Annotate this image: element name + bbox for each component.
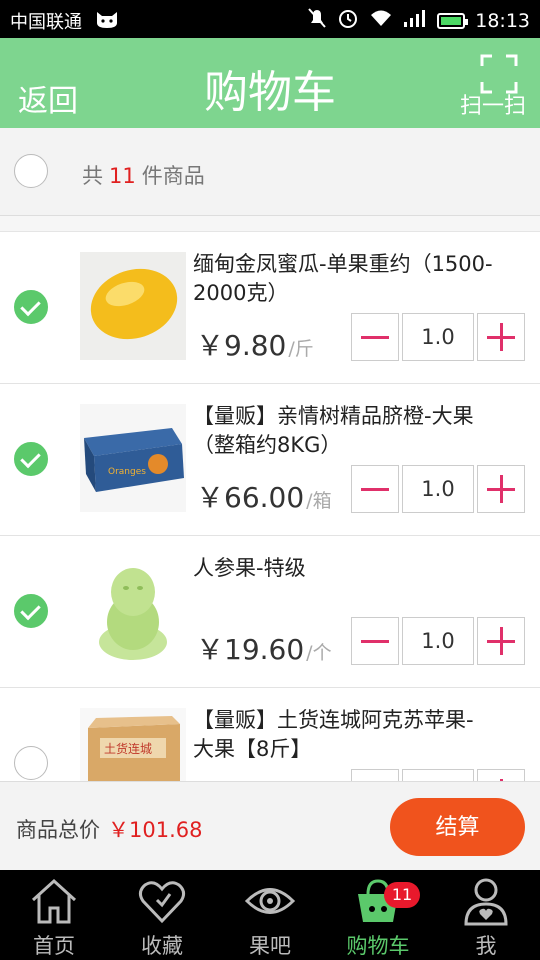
tab-me[interactable]: 我 bbox=[432, 870, 540, 960]
checkout-button[interactable]: 结算 bbox=[390, 798, 525, 856]
product-image-apple-box[interactable]: 土货连城 bbox=[80, 708, 186, 781]
total-price: 商品总价 ￥101.68 bbox=[16, 818, 203, 842]
price-unit: /斤 bbox=[288, 338, 314, 360]
cart-item: 缅甸金凤蜜瓜-单果重约（1500-2000克） ￥9.80/斤 1.0 bbox=[0, 232, 540, 384]
item-checkbox[interactable] bbox=[14, 594, 48, 628]
item-count-text: 共 11 件商品 bbox=[82, 164, 205, 188]
tab-label: 果吧 bbox=[249, 934, 291, 958]
tab-label: 我 bbox=[475, 934, 497, 958]
decrease-button[interactable] bbox=[351, 465, 399, 513]
status-bar: 中国联通 18:13 bbox=[0, 0, 540, 38]
alarm-icon bbox=[337, 7, 359, 34]
quantity-stepper: 1.0 bbox=[351, 617, 525, 665]
cart-count-badge: 11 bbox=[384, 882, 420, 908]
product-name[interactable]: 【量贩】亲情树精品脐橙-大果（整箱约8KG） bbox=[193, 402, 493, 460]
product-name[interactable]: 人参果-特级 bbox=[193, 554, 493, 583]
eye-icon bbox=[244, 876, 296, 926]
checkout-bar: 商品总价 ￥101.68 结算 bbox=[0, 781, 540, 870]
cart-item: Oranges 【量贩】亲情树精品脐橙-大果（整箱约8KG） ￥66.00/箱 … bbox=[0, 384, 540, 536]
battery-icon bbox=[437, 12, 469, 29]
tab-cart[interactable]: 11 购物车 bbox=[324, 870, 432, 960]
app-header: 返回 购物车 扫一扫 bbox=[0, 38, 540, 128]
divider bbox=[0, 216, 540, 232]
svg-text:Oranges: Oranges bbox=[108, 467, 146, 477]
carrier-label: 中国联通 bbox=[10, 12, 82, 33]
total-price-value: ￥101.68 bbox=[108, 818, 203, 842]
product-price: ￥66.00/箱 bbox=[196, 481, 332, 514]
mute-icon bbox=[307, 7, 327, 34]
item-checkbox[interactable] bbox=[14, 746, 48, 780]
item-count: 11 bbox=[109, 164, 136, 188]
quantity-stepper: 1.0 bbox=[351, 465, 525, 513]
decrease-button[interactable] bbox=[351, 769, 399, 781]
cat-notification-icon bbox=[94, 9, 120, 34]
select-all-checkbox[interactable] bbox=[14, 154, 48, 188]
cart-item-list[interactable]: 缅甸金凤蜜瓜-单果重约（1500-2000克） ￥9.80/斤 1.0 Oran… bbox=[0, 232, 540, 781]
scan-label: 扫一扫 bbox=[459, 94, 526, 119]
quantity-input[interactable] bbox=[402, 769, 474, 781]
product-price: ￥9.80/斤 bbox=[196, 329, 314, 362]
tab-favorites[interactable]: 收藏 bbox=[108, 870, 216, 960]
tab-label: 首页 bbox=[33, 934, 75, 958]
decrease-button[interactable] bbox=[351, 313, 399, 361]
price-unit: /个 bbox=[306, 642, 332, 664]
quantity-input[interactable]: 1.0 bbox=[402, 617, 474, 665]
product-name[interactable]: 缅甸金凤蜜瓜-单果重约（1500-2000克） bbox=[193, 250, 493, 308]
decrease-button[interactable] bbox=[351, 617, 399, 665]
product-price: ￥19.60/个 bbox=[196, 633, 332, 666]
product-image-melon[interactable] bbox=[80, 252, 186, 360]
heart-icon bbox=[137, 876, 187, 926]
quantity-stepper bbox=[351, 769, 525, 781]
increase-button[interactable] bbox=[477, 313, 525, 361]
cart-summary-row: 共 11 件商品 bbox=[0, 128, 540, 216]
increase-button[interactable] bbox=[477, 617, 525, 665]
cart-item: 人参果-特级 ￥19.60/个 1.0 bbox=[0, 536, 540, 688]
product-image-ginseng-fruit[interactable] bbox=[80, 556, 186, 664]
tab-label: 购物车 bbox=[346, 934, 410, 958]
bottom-tab-bar: 首页 收藏 果吧 11 购物车 我 bbox=[0, 870, 540, 960]
cart-item: 土货连城 【量贩】土货连城阿克苏苹果-大果【8斤】 bbox=[0, 688, 540, 781]
home-icon bbox=[29, 876, 79, 926]
signal-icon bbox=[403, 9, 427, 32]
price-unit: /箱 bbox=[306, 490, 332, 512]
tab-label: 收藏 bbox=[141, 934, 183, 958]
increase-button[interactable] bbox=[477, 769, 525, 781]
wifi-icon bbox=[369, 8, 393, 33]
clock: 18:13 bbox=[475, 9, 530, 32]
tab-fruit-bar[interactable]: 果吧 bbox=[216, 870, 324, 960]
item-checkbox[interactable] bbox=[14, 290, 48, 324]
tab-home[interactable]: 首页 bbox=[0, 870, 108, 960]
quantity-input[interactable]: 1.0 bbox=[402, 465, 474, 513]
quantity-stepper: 1.0 bbox=[351, 313, 525, 361]
increase-button[interactable] bbox=[477, 465, 525, 513]
item-checkbox[interactable] bbox=[14, 442, 48, 476]
product-image-orange-box[interactable]: Oranges bbox=[80, 404, 186, 512]
quantity-input[interactable]: 1.0 bbox=[402, 313, 474, 361]
user-icon bbox=[461, 876, 511, 926]
product-name[interactable]: 【量贩】土货连城阿克苏苹果-大果【8斤】 bbox=[193, 706, 493, 764]
svg-text:土货连城: 土货连城 bbox=[104, 741, 152, 756]
